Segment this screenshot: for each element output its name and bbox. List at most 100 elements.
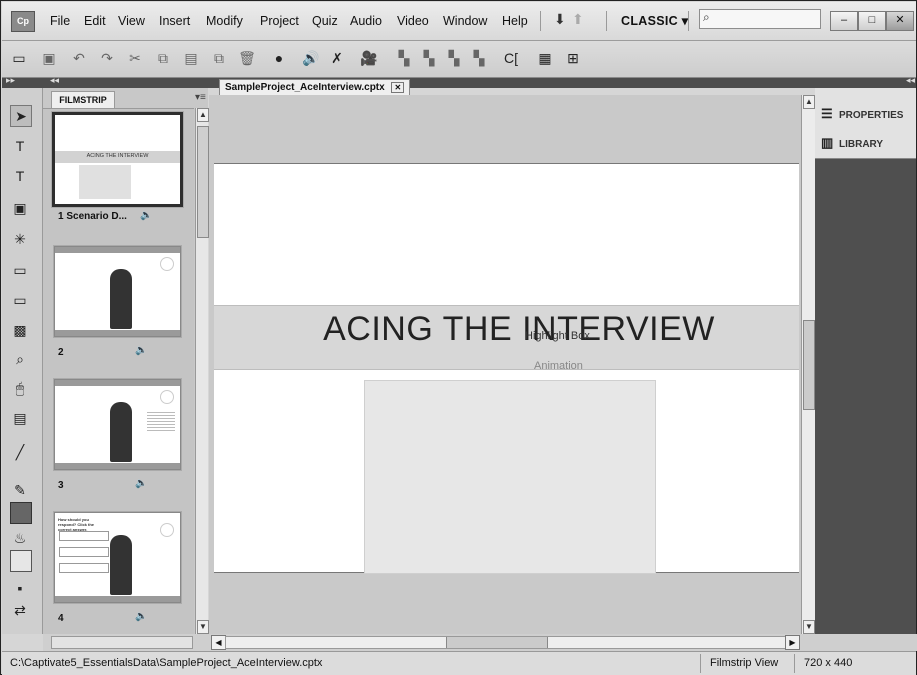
audio-icon[interactable]: 🔊 [302,49,320,67]
menu-help[interactable]: Help [502,14,528,28]
stage: ACING THE INTERVIEW Highlight Box Animat… [209,95,815,634]
workspace-switcher[interactable]: CLASSIC ▾ [621,13,688,28]
menu-file[interactable]: File [50,14,70,28]
align-forward-icon[interactable]: ▚ [420,49,438,67]
paste-icon[interactable]: ▤ [182,49,200,67]
duplicate-icon[interactable]: ⧉ [210,49,228,67]
menu-edit[interactable]: Edit [84,14,106,28]
rollover-caption-tool-icon[interactable]: T [10,166,30,186]
scroll-right-icon[interactable]: ▶ [785,635,800,650]
speaker-icon[interactable]: 🔈 [135,478,147,489]
minimize-button[interactable]: – [830,11,858,31]
menu-project[interactable]: Project [260,14,299,28]
grid-icon[interactable]: ⊞ [564,49,582,67]
align-front-icon[interactable]: ▚ [395,49,413,67]
slide-thumbnail-3[interactable] [54,379,181,470]
speaker-icon[interactable]: 🔈 [135,345,147,356]
properties-button[interactable]: ☰ PROPERTIES [821,106,903,122]
bring-forward-icon[interactable]: ▪ [10,578,30,598]
rollover-slidelet-tool-icon[interactable]: ▤ [10,408,30,428]
app-logo-icon[interactable]: Cp [11,11,35,32]
speaker-icon[interactable]: 🔈 [140,210,152,221]
copy-icon[interactable]: ⧉ [154,49,172,67]
redo-icon[interactable]: ↷ [98,49,116,67]
expand-icon[interactable]: ▸▸ [6,75,15,86]
undo-icon[interactable]: ↶ [70,49,88,67]
video-icon[interactable]: 🎥 [360,49,378,67]
maximize-button[interactable]: □ [858,11,886,31]
slide-thumbnail-1[interactable]: ACING THE INTERVIEW [52,112,183,207]
table-icon[interactable]: ▦ [536,49,554,67]
scroll-thumb[interactable] [197,126,209,238]
align-backward-icon[interactable]: ▚ [445,49,463,67]
stroke-color-swatch[interactable] [10,550,32,572]
save-icon[interactable]: ▣ [40,49,58,67]
upload-arrow-icon[interactable]: ⬆ [572,11,584,28]
thumb-footer-bar [55,330,180,336]
stage-hscrollbar[interactable] [225,636,787,649]
tab-document[interactable]: SampleProject_AceInterview.cptx ✕ [219,79,411,96]
click-box-tool-icon[interactable]: 🖱 [10,378,30,398]
scroll-up-icon[interactable]: ▲ [197,108,209,122]
menu-insert[interactable]: Insert [159,14,190,28]
animation-tool-icon[interactable]: ✳ [10,229,30,249]
text-entry-tool-icon[interactable]: ▭ [10,290,30,310]
highlight-box-tool-icon[interactable]: ▣ [10,198,30,218]
slide-title[interactable]: ACING THE INTERVIEW [214,310,824,349]
animation-label[interactable]: Animation [534,360,583,372]
collapse-right-icon[interactable]: ◂◂ [906,75,915,86]
download-arrow-icon[interactable]: ⬇ [554,11,566,28]
selection-tool-icon[interactable]: ➤ [10,105,32,127]
swap-icon[interactable]: ⇄ [10,600,30,620]
open-folder-icon[interactable]: ▭ [10,49,28,67]
search-input[interactable]: ⌕ [699,9,821,29]
scroll-left-icon[interactable]: ◀ [211,635,226,650]
slide-thumbnail-4[interactable]: How should you respond? Click the correc… [54,512,181,603]
library-button[interactable]: ▥ LIBRARY [821,135,883,151]
text-caption-tool-icon[interactable]: T [10,136,30,156]
menu-view[interactable]: View [118,14,145,28]
scroll-thumb[interactable] [446,637,548,648]
record-icon[interactable]: ● [270,49,288,67]
menu-window[interactable]: Window [443,14,487,28]
stage-vertical-scrollbar[interactable]: ▲ ▼ [801,95,815,634]
remove-audio-icon[interactable]: ✗ [328,49,346,67]
panel-menu-icon[interactable]: ▾≡ [195,92,206,103]
delete-icon[interactable]: 🗑 [238,49,256,67]
slide-canvas[interactable]: ACING THE INTERVIEW Highlight Box Animat… [214,163,799,574]
zoom-area-tool-icon[interactable]: ⌕ [10,349,30,369]
scroll-down-icon[interactable]: ▼ [197,620,209,634]
slide-thumbnail-2[interactable] [54,246,181,337]
cut-icon[interactable]: ✂ [126,49,144,67]
highlight-box-label[interactable]: Highlight Box [525,330,590,342]
fill-color-swatch[interactable] [10,502,32,524]
menu-quiz[interactable]: Quiz [312,14,338,28]
library-icon: ▥ [821,135,834,150]
button-tool-icon[interactable]: ▭ [10,260,30,280]
bottom-scroll-track: ◀ ▶ [43,634,917,651]
menu-audio[interactable]: Audio [350,14,382,28]
scroll-down-icon[interactable]: ▼ [803,620,815,634]
speaker-icon[interactable]: 🔈 [135,611,147,622]
paint-bucket-icon[interactable]: ♨ [10,528,30,548]
thumb-text-lines [147,410,175,432]
status-bar: C:\Captivate5_EssentialsData\SampleProje… [2,651,916,675]
filmstrip-scrollbar[interactable]: ▲ ▼ [195,108,209,634]
menu-video[interactable]: Video [397,14,429,28]
captions-icon[interactable]: C[ [502,49,520,67]
tab-filmstrip[interactable]: FILMSTRIP [51,91,115,108]
scroll-thumb[interactable] [803,320,815,410]
pencil-tool-icon[interactable]: ✎ [10,480,30,500]
image-placeholder[interactable] [364,380,656,574]
scroll-up-icon[interactable]: ▲ [803,95,815,109]
align-back-icon[interactable]: ▚ [470,49,488,67]
image-tool-icon[interactable]: ▩ [10,320,30,340]
menu-modify[interactable]: Modify [206,14,243,28]
tools-panel: ➤ T T ▣ ✳ ▭ ▭ ▩ ⌕ 🖱 ▤ ╱ ✎ ♨ ▪ ⇄ [2,88,43,634]
filmstrip-hscrollbar[interactable] [51,636,193,649]
right-panel-tabs: ☰ PROPERTIES ▥ LIBRARY [815,88,916,159]
line-tool-icon[interactable]: ╱ [10,442,30,462]
close-icon[interactable]: ✕ [391,82,405,93]
collapse-icon[interactable]: ◂◂ [50,75,59,86]
close-button[interactable]: ✕ [886,11,914,31]
